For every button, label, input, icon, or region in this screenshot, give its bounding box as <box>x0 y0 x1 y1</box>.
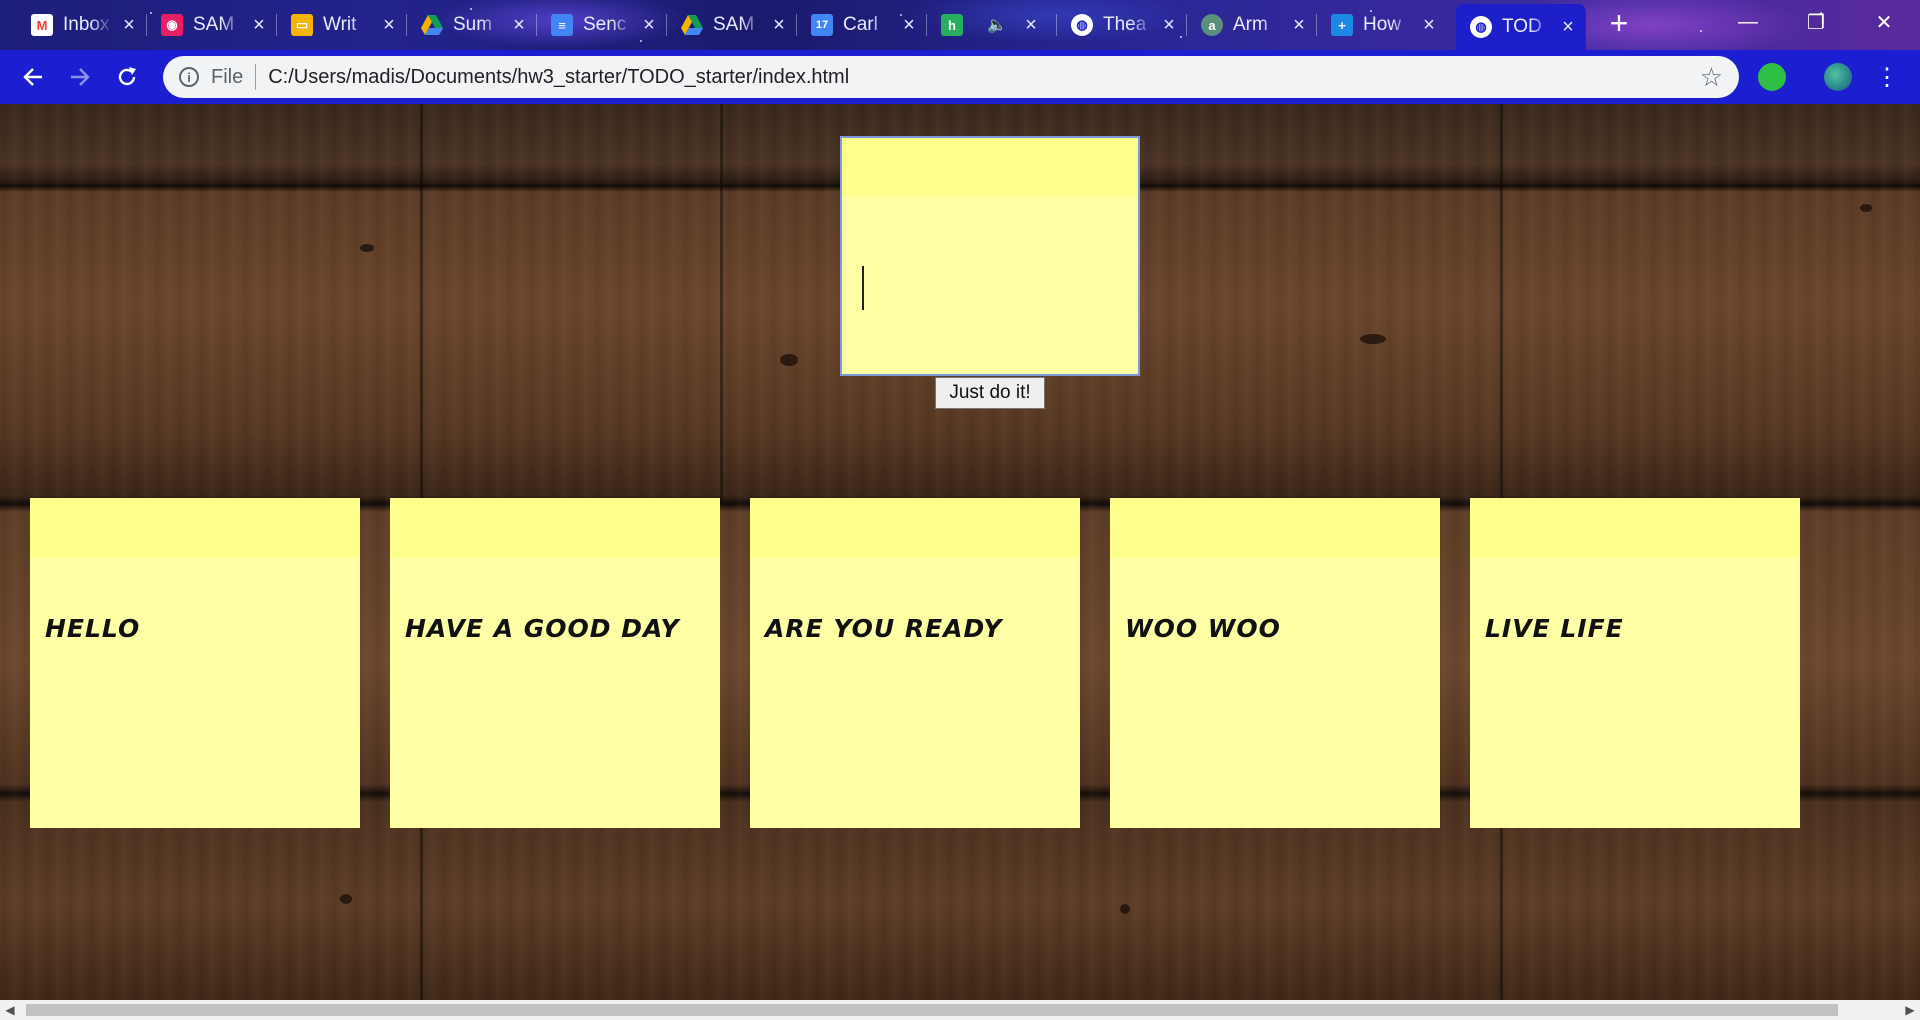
restore-button[interactable]: ❐ <box>1788 0 1844 44</box>
close-icon[interactable]: × <box>1023 14 1039 37</box>
tab-title: Writ <box>323 14 357 35</box>
reload-icon <box>118 67 136 86</box>
close-icon[interactable]: × <box>1421 14 1437 37</box>
text-caret <box>862 266 864 310</box>
menu-kebab-icon[interactable]: ⋮ <box>1870 60 1904 94</box>
tab-inbox[interactable]: M Inbox × <box>17 6 147 44</box>
sticky-note-text: WOO WOO <box>1125 614 1281 643</box>
reload-button[interactable] <box>110 60 144 94</box>
sticky-note[interactable]: LIVE LIFE <box>1470 498 1800 828</box>
globe-icon: ◍ <box>1071 14 1093 36</box>
tab-title: SAM <box>193 14 235 35</box>
tab-h[interactable]: h 🔈 × <box>927 6 1057 44</box>
tab-senc[interactable]: ≡ Senc × <box>537 6 667 44</box>
h-icon: h <box>941 14 963 36</box>
tab-title: Senc <box>583 14 627 35</box>
bookmark-star-icon[interactable]: ☆ <box>1700 62 1723 93</box>
close-icon[interactable]: × <box>1291 14 1307 37</box>
forward-arrow-icon <box>71 68 90 86</box>
close-icon[interactable]: × <box>771 14 787 37</box>
close-icon[interactable]: × <box>901 14 917 37</box>
slides-icon: ▭ <box>291 14 313 36</box>
minimize-button[interactable]: — <box>1720 0 1776 44</box>
tab-title: Sum <box>453 14 493 35</box>
gmail-icon: M <box>31 14 53 36</box>
info-icon[interactable]: i <box>179 67 199 87</box>
tab-title: SAM <box>713 14 755 35</box>
tab-title: Thea <box>1103 14 1147 35</box>
sticky-note[interactable]: HAVE A GOOD DAY <box>390 498 720 828</box>
notes-list: HELLO HAVE A GOOD DAY ARE YOU READY WOO … <box>0 498 1920 828</box>
tab-title: Inbox <box>63 14 110 35</box>
close-icon[interactable]: × <box>381 14 397 37</box>
sticky-note[interactable]: ARE YOU READY <box>750 498 1080 828</box>
avatar[interactable] <box>1824 63 1852 91</box>
page-wood-background: Just do it! HELLO HAVE A GOOD DAY ARE YO… <box>0 104 1920 1000</box>
browser-tab-strip: M Inbox × ◉ SAM × ▭ Writ × Sum × ≡ Senc … <box>0 0 1920 50</box>
arm-icon: a <box>1201 14 1223 36</box>
contacts-icon: ◉ <box>161 14 183 36</box>
new-tab-button[interactable]: + <box>1603 7 1635 40</box>
tab-title: Carl <box>843 14 878 35</box>
back-button[interactable] <box>16 60 50 94</box>
sticky-note-text: HELLO <box>45 614 141 643</box>
sticky-note[interactable]: HELLO <box>30 498 360 828</box>
close-icon[interactable]: × <box>641 14 657 37</box>
window-close-button[interactable]: ✕ <box>1856 0 1912 44</box>
tab-sam-drive[interactable]: SAM × <box>667 6 797 44</box>
horizontal-scrollbar[interactable]: ◀ ▶ <box>0 1000 1920 1020</box>
scheme-label: File <box>211 65 244 88</box>
sticky-note[interactable]: WOO WOO <box>1110 498 1440 828</box>
tab-how[interactable]: + How × <box>1317 6 1447 44</box>
tab-thea[interactable]: ◍ Thea × <box>1057 6 1187 44</box>
calendar-icon: 17 <box>811 14 833 36</box>
tab-title: Arm <box>1233 14 1268 35</box>
back-arrow-icon <box>23 68 42 86</box>
plus-icon: + <box>1331 14 1353 36</box>
tab-carl[interactable]: 17 Carl × <box>797 6 927 44</box>
address-bar[interactable]: i File C:/Users/madis/Documents/hw3_star… <box>163 56 1739 98</box>
tab-todo-active[interactable]: ◍ TOD × <box>1456 4 1586 50</box>
close-icon[interactable]: × <box>511 14 527 37</box>
note-band <box>842 138 1138 196</box>
docs-icon: ≡ <box>551 14 573 36</box>
just-do-it-button[interactable]: Just do it! <box>935 377 1045 409</box>
drive-icon <box>421 14 443 36</box>
tab-title: TOD <box>1502 16 1542 37</box>
sticky-note-text: HAVE A GOOD DAY <box>405 614 680 643</box>
tab-arm[interactable]: a Arm × <box>1187 6 1317 44</box>
tab-sum[interactable]: Sum × <box>407 6 537 44</box>
forward-button[interactable] <box>63 60 97 94</box>
scrollbar-thumb[interactable] <box>26 1004 1838 1016</box>
sticky-note-text: ARE YOU READY <box>765 614 1003 643</box>
tab-title: How <box>1363 14 1402 35</box>
url-text[interactable]: C:/Users/madis/Documents/hw3_starter/TOD… <box>268 66 849 89</box>
evernote-extension-icon[interactable] <box>1758 63 1786 91</box>
close-icon[interactable]: × <box>251 14 267 37</box>
muted-speaker-icon[interactable]: 🔈 <box>987 15 1015 35</box>
sticky-note-text: LIVE LIFE <box>1485 614 1624 643</box>
todo-input-note[interactable] <box>840 136 1140 376</box>
tab-writ[interactable]: ▭ Writ × <box>277 6 407 44</box>
globe-icon: ◍ <box>1470 16 1492 38</box>
close-icon[interactable]: × <box>1560 16 1576 39</box>
scroll-left-icon[interactable]: ◀ <box>0 1000 20 1020</box>
close-icon[interactable]: × <box>1161 14 1177 37</box>
scroll-right-icon[interactable]: ▶ <box>1900 1000 1920 1020</box>
close-icon[interactable]: × <box>121 14 137 37</box>
browser-toolbar: i File C:/Users/madis/Documents/hw3_star… <box>0 50 1920 104</box>
drive-icon <box>681 14 703 36</box>
tab-sam[interactable]: ◉ SAM × <box>147 6 277 44</box>
